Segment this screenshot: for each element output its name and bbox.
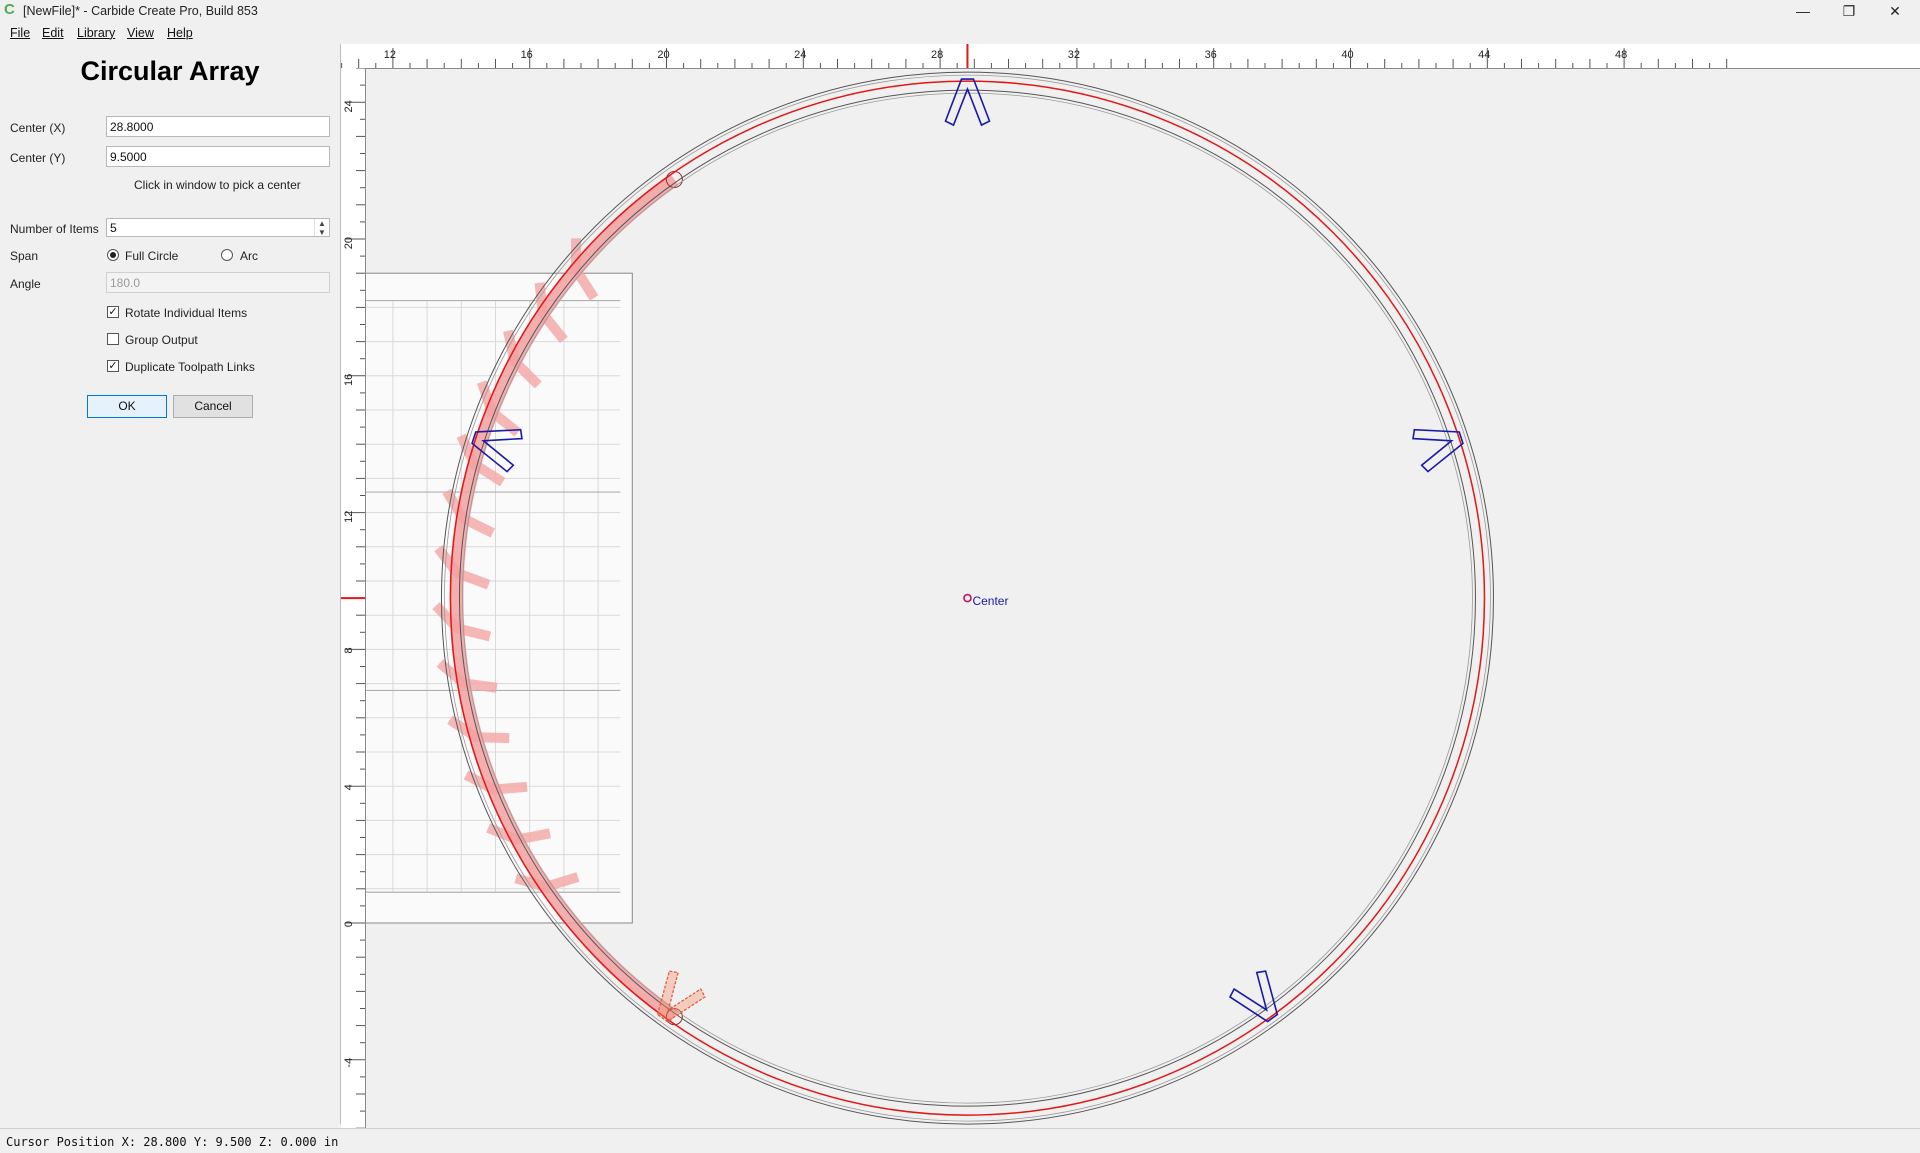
center-point-icon — [963, 593, 972, 603]
ruler-x-label: 32 — [1068, 49, 1080, 61]
restore-icon[interactable]: ❐ — [1826, 0, 1872, 22]
spin-arrows-icon[interactable]: ▲ ▼ — [314, 219, 329, 237]
span-arc-radio[interactable] — [221, 249, 233, 261]
menu-view[interactable]: View — [127, 26, 154, 40]
ruler-x-label: 24 — [794, 49, 806, 61]
ruler-x-label: 40 — [1341, 49, 1353, 61]
ruler-x-label: 16 — [521, 49, 533, 61]
ruler-y-label: 4 — [343, 784, 355, 790]
span-arc-label: Arc — [240, 249, 258, 263]
items-stepper[interactable]: 5 ▲ ▼ — [106, 218, 330, 237]
angle-label: Angle — [10, 277, 41, 291]
center-y-input[interactable]: 9.5000 — [106, 146, 330, 167]
ruler-x-label: 36 — [1205, 49, 1217, 61]
group-output-label: Group Output — [125, 333, 198, 347]
menu-bar: File Edit Library View Help — [0, 22, 1920, 44]
ruler-y-label: 8 — [343, 647, 355, 653]
group-output-checkbox[interactable] — [107, 333, 119, 345]
ruler-x-label: 48 — [1615, 49, 1627, 61]
circular-array-panel: Circular Array Center (X) 28.8000 Center… — [0, 44, 341, 1124]
stock-rectangle — [366, 272, 633, 924]
duplicate-links-checkbox[interactable]: ✓ — [107, 360, 119, 372]
pick-center-hint: Click in window to pick a center — [134, 178, 301, 192]
design-canvas[interactable]: Center — [366, 69, 1920, 1128]
center-label: Center — [972, 594, 1008, 608]
ruler-x-label: 20 — [657, 49, 669, 61]
rotate-items-label: Rotate Individual Items — [125, 306, 248, 320]
ruler-y-label: -4 — [343, 1058, 355, 1068]
menu-edit[interactable]: Edit — [42, 26, 64, 40]
menu-file[interactable]: File — [10, 26, 30, 40]
ruler-y-label: 24 — [343, 100, 355, 112]
span-label: Span — [10, 249, 39, 263]
minimize-icon[interactable]: — — [1780, 0, 1826, 22]
span-full-circle-radio[interactable] — [107, 249, 119, 261]
ruler-x-label: 12 — [384, 49, 396, 61]
cursor-position: Cursor Position X: 28.800 Y: 9.500 Z: 0.… — [6, 1135, 339, 1149]
array-copy[interactable] — [1228, 968, 1291, 1031]
menu-library[interactable]: Library — [77, 26, 115, 40]
ruler-x-label: 44 — [1478, 49, 1490, 61]
cancel-button[interactable]: Cancel — [173, 395, 253, 418]
carbide-create-logo-icon: C — [4, 1, 15, 18]
span-full-circle-label: Full Circle — [125, 249, 179, 263]
center-marker: Center — [963, 593, 1008, 608]
vertical-ruler: 24 20 16 12 8 4 0 -4 — [341, 68, 366, 1128]
stock-material — [366, 272, 633, 924]
status-bar: Cursor Position X: 28.800 Y: 9.500 Z: 0.… — [0, 1128, 1920, 1153]
center-x-input[interactable]: 28.8000 — [106, 116, 330, 137]
ruler-x-label: 28 — [931, 49, 943, 61]
ruler-y-label: 20 — [343, 237, 355, 249]
center-y-label: Center (Y) — [10, 151, 66, 165]
items-label: Number of Items — [10, 222, 99, 236]
ok-button[interactable]: OK — [87, 395, 167, 418]
ruler-y-label: 16 — [343, 374, 355, 386]
array-copy[interactable] — [1411, 417, 1468, 473]
panel-title: Circular Array — [80, 56, 260, 86]
ruler-y-label: 12 — [343, 511, 355, 523]
menu-help[interactable]: Help — [167, 26, 193, 40]
title-bar: C [NewFile]* - Carbide Create Pro, Build… — [0, 0, 1920, 22]
rotate-items-checkbox[interactable]: ✓ — [107, 306, 119, 318]
close-icon[interactable]: ✕ — [1872, 0, 1918, 22]
angle-input[interactable]: 180.0 — [106, 272, 330, 293]
horizontal-ruler: 8 12 16 20 24 28 32 36 40 44 48 — [341, 44, 1920, 69]
center-x-label: Center (X) — [10, 121, 66, 135]
array-copy[interactable] — [944, 78, 991, 127]
items-value: 5 — [110, 221, 117, 235]
duplicate-links-label: Duplicate Toolpath Links — [125, 360, 255, 374]
ruler-y-label: 0 — [343, 921, 355, 927]
window-title: [NewFile]* - Carbide Create Pro, Build 8… — [23, 4, 258, 18]
